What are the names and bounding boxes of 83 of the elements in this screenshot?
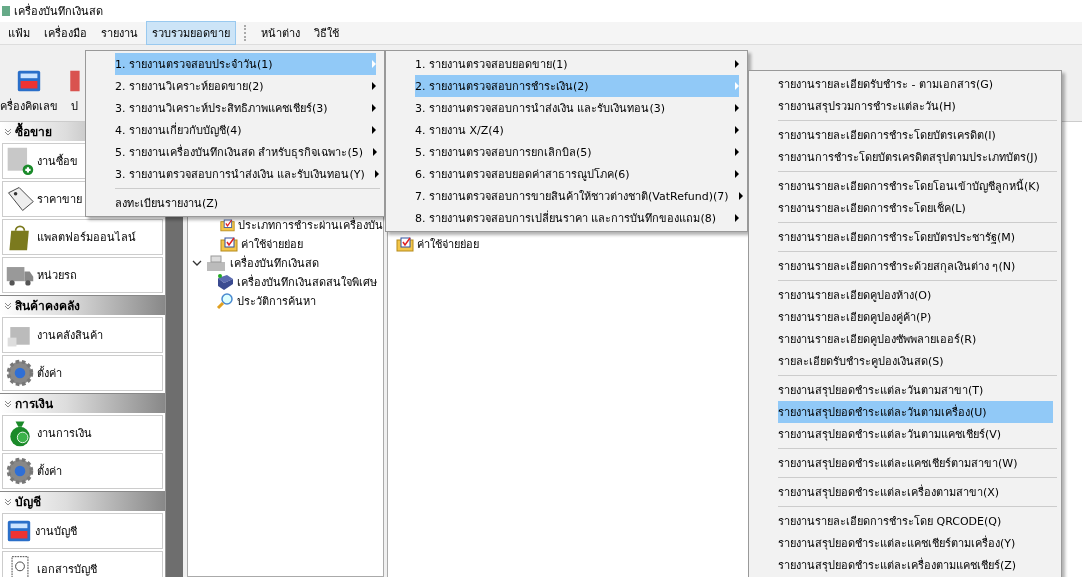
menu-item[interactable]: รายงานรายละเอียดการชำระด้วยสกุลเงินต่าง ๆ(N) <box>751 248 1059 277</box>
sidebar-item[interactable]: เอกสารบัญชี <box>2 551 163 577</box>
menu-item[interactable]: 6. รายงานตรวจสอบยอดค่าสาธารณูปโภค(6) <box>388 163 745 185</box>
sidebar-section-header[interactable]: การเงิน <box>0 393 165 413</box>
menu-item[interactable]: รายงานสรุปรวมการชำระแต่ละวัน(H) <box>751 95 1059 117</box>
submenu-arrow-icon <box>738 192 743 200</box>
checklist-folder-icon <box>220 216 235 233</box>
submenu-arrow-icon <box>735 82 739 90</box>
menu-bar-item[interactable]: วิธีใช้ <box>308 21 345 45</box>
sidebar-section-header[interactable]: สินค้าคงคลัง <box>0 295 165 315</box>
menu-item[interactable]: รายละเอียดรับชำระคูปองเงินสด(S) <box>751 350 1059 372</box>
submenu-arrow-icon <box>735 170 739 178</box>
submenu-arrow-icon <box>372 126 376 134</box>
gear-icon <box>5 358 35 388</box>
sidebar-item[interactable]: งานคลังสินค้า <box>2 317 163 353</box>
toolbar-label[interactable]: ครื่องคิดเลข <box>0 97 58 115</box>
checklist-folder-icon <box>396 235 414 252</box>
app-icon <box>2 6 10 16</box>
submenu-arrow-icon <box>735 60 739 68</box>
search-icon <box>216 291 234 310</box>
book-icon <box>216 272 234 291</box>
tree-item[interactable]: เครื่องบันทึกเงินสด <box>230 253 319 272</box>
menu-item[interactable]: รายงานสรุปยอดชำระแต่ละวันตามสาขา(T) <box>751 372 1059 401</box>
chevron-icon <box>4 127 12 136</box>
chevron-icon <box>4 301 12 310</box>
menu-item[interactable]: รายงานรายละเอียดการชำระโดยโอนเข้าบัญชีลูกหนี้(K) <box>751 168 1059 197</box>
menu-item[interactable]: รายงานสรุปยอดชำระแต่ละวันตามแคชเชียร์(V) <box>751 423 1059 445</box>
sidebar-item[interactable]: ตั้งค่า <box>2 355 163 391</box>
tree-item[interactable]: ประเภทการชำระผ่านเครื่องบัน <box>238 215 383 234</box>
chevron-icon <box>4 497 12 506</box>
submenu-arrow-icon <box>373 148 378 156</box>
menu-item[interactable]: รายงานการชำระโดยบัตรเครดิตสรุปตามประเภทบัตร(J) <box>751 146 1059 168</box>
menu-bar-item[interactable]: เครื่องมือ <box>38 21 93 45</box>
menu-item[interactable]: รายงานรายละเอียดคูปองคู่ค้า(P) <box>751 306 1059 328</box>
submenu-arrow-icon <box>372 60 376 68</box>
menu-bar-item[interactable]: แฟ้ม <box>2 21 36 45</box>
list-item[interactable]: ค่าใช้จ่ายย่อย <box>417 234 479 253</box>
menu-item[interactable]: รายงานรายละเอียดการชำระโดยบัตรเครดิต(I) <box>751 117 1059 146</box>
toolbar-label[interactable]: ป <box>70 97 78 115</box>
menu-bar-item[interactable]: รายงาน <box>95 21 144 45</box>
submenu-arrow-icon <box>735 214 739 222</box>
menu-bar-item[interactable]: หน้าต่าง <box>255 21 306 45</box>
menu-item[interactable]: รายงานรายละเอียดคูปองห้าง(O) <box>751 277 1059 306</box>
menu-item[interactable]: 5. รายงานตรวจสอบการยกเลิกบิล(5) <box>388 141 745 163</box>
menu-item[interactable]: 8. รายงานตรวจสอบการเปลี่ยนราคา และการบันทึกของแถม(8) <box>388 207 745 229</box>
tree-item[interactable]: เครื่องบันทึกเงินสดสนใจพิเศษ <box>237 272 377 291</box>
menu-item[interactable]: รายงานสรุปยอดชำระแต่ละเครื่องตามสาขา(X) <box>751 474 1059 503</box>
menu-item[interactable]: รายงานรายละเอียดการชำระโดยเช็ค(L) <box>751 197 1059 219</box>
menu-item[interactable]: 2. รายงานวิเคราะห์ยอดขาย(2) <box>88 75 382 97</box>
submenu-arrow-icon <box>735 148 739 156</box>
menu-item[interactable]: รายงานสรุปยอดชำระแต่ละเครื่องตามแคชเชียร์(Z) <box>751 554 1059 576</box>
sidebar-item[interactable]: งานการเงิน <box>2 415 163 451</box>
submenu-arrow-icon <box>735 126 739 134</box>
menu-item[interactable]: 4. รายงาน X/Z(4) <box>388 119 745 141</box>
menu-item[interactable]: 3. รายงานตรวจสอบการนำส่งเงิน และรับเงินทอน(3) <box>388 97 745 119</box>
menu-item[interactable]: รายงานรายละเอียดการชำระโดย QRCODE(Q) <box>751 503 1059 532</box>
submenu-arrow-icon <box>735 104 739 112</box>
menu-item[interactable]: 3. รายงานวิเคราะห์ประสิทธิภาพแคชเชียร์(3) <box>88 97 382 119</box>
window-title: เครื่องบันทึกเงินสด <box>14 2 103 20</box>
submenu-arrow-icon <box>374 170 379 178</box>
submenu-arrow-icon <box>372 104 376 112</box>
menu-item[interactable]: 1. รายงานตรวจสอบยอดขาย(1) <box>388 53 745 75</box>
sidebar-section-header[interactable]: บัญชี <box>0 491 165 511</box>
menu-item[interactable]: รายงานสรุปยอดชำระแต่ละแคชเชียร์ตามเครื่อง(Y) <box>751 532 1059 554</box>
menu-item[interactable]: รายงานสรุปยอดชำระแต่ละแคชเชียร์ตามสาขา(W) <box>751 445 1059 474</box>
menu-item[interactable]: รายงานรายละเอียดการชำระโดยบัตรประชารัฐ(M) <box>751 219 1059 248</box>
menu-item[interactable]: 7. รายงานตรวจสอบการขายสินค้าให้ชาวต่างชาติ(VatRefund)(7) <box>388 185 745 207</box>
chevron-icon <box>4 399 12 408</box>
menu-item[interactable]: รายงานรายละเอียดรับชำระ - ตามเอกสาร(G) <box>751 73 1059 95</box>
document-add-icon <box>5 146 35 176</box>
sidebar-item[interactable]: ตั้งค่า <box>2 453 163 489</box>
tree-item[interactable]: ค่าใช้จ่ายย่อย <box>241 234 303 253</box>
tree-item[interactable]: ประวัติการค้นหา <box>237 291 316 310</box>
sidebar-item[interactable]: งานบัญชี <box>2 513 163 549</box>
sidebar-item[interactable]: แพลตฟอร์มออนไลน์ <box>2 219 163 255</box>
gear-icon <box>5 456 35 486</box>
tag-icon <box>5 184 35 214</box>
checklist-folder-icon <box>220 235 238 252</box>
menu-bar-item[interactable]: รวบรวมยอดขาย <box>146 21 236 45</box>
cash-register-icon <box>205 253 227 272</box>
menu-item[interactable]: รายงานรายละเอียดคูปองซัพพลายเออร์(R) <box>751 328 1059 350</box>
submenu-arrow-icon <box>372 82 376 90</box>
sidebar-item[interactable]: หน่วยรถ <box>2 257 163 293</box>
